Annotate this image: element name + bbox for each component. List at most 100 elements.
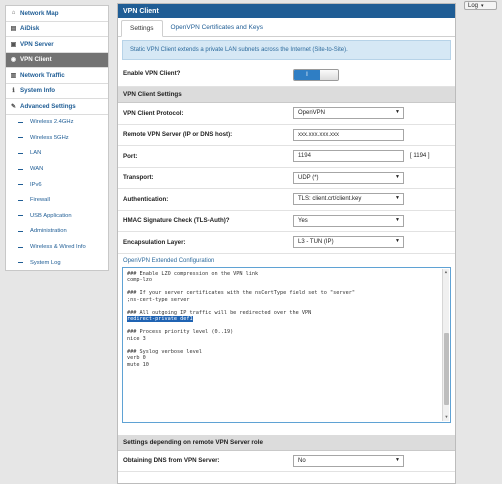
sidebar-subitem-wireless-wired-info[interactable]: Wireless & Wired Info — [6, 239, 108, 255]
config-line-text: ### All outgoing IP traffic will be redi… — [127, 309, 312, 316]
remote-row: Remote VPN Server (IP or DNS host): xxx.… — [118, 125, 455, 146]
hmac-value: Yes — [298, 217, 308, 224]
chevron-down-icon: ▼ — [395, 216, 400, 223]
scroll-up-icon[interactable]: ▲ — [443, 269, 449, 276]
transport-select[interactable]: UDP (*) ▼ — [293, 171, 404, 184]
scroll-thumb[interactable] — [444, 332, 449, 405]
globe-icon: ◉ — [10, 57, 17, 64]
encap-label: Encapsulation Layer: — [123, 238, 186, 246]
auth-select[interactable]: TLS: client.crt/client.key ▼ — [293, 193, 404, 206]
sidebar-item-network-traffic[interactable]: ▥ Network Traffic — [6, 68, 108, 84]
sidebar-subitem-ipv6[interactable]: IPv6 — [6, 177, 108, 193]
sidebar-item-aidisk[interactable]: ▤ AiDisk — [6, 22, 108, 37]
hmac-select[interactable]: Yes ▼ — [293, 214, 404, 227]
sidebar-subitem-wireless-24[interactable]: Wireless 2.4GHz — [6, 115, 108, 131]
dash-icon — [18, 215, 23, 217]
dns-row: Obtaining DNS from VPN Server: No ▼ — [118, 451, 455, 472]
dash-icon — [18, 168, 23, 170]
chevron-down-icon: ▼ — [395, 456, 400, 463]
sidebar-subitem-wireless-5[interactable]: Wireless 5GHz — [6, 130, 108, 146]
auth-value: TLS: client.crt/client.key — [298, 196, 362, 203]
dash-icon — [18, 246, 23, 248]
config-line-text: redirect-private def1 — [127, 316, 193, 322]
config-line-text: ### Enable LZO compression on the VPN li… — [127, 270, 259, 277]
remote-server-input[interactable]: xxx.xxx.xxx.xxx — [293, 128, 404, 141]
encap-select[interactable]: L3 - TUN (IP) ▼ — [293, 236, 404, 249]
home-icon: ⌂ — [11, 10, 16, 17]
config-line-text: ### Syslog verbose level — [127, 348, 202, 355]
toggle-on-label: I — [294, 70, 320, 80]
section-title: VPN Client Settings — [118, 87, 455, 103]
sidebar-subitem-label: WAN — [30, 166, 44, 173]
tab-bar: Settings OpenVPN Certificates and Keys — [118, 18, 455, 37]
sidebar-item-system-info[interactable]: ℹ System Info — [6, 84, 108, 99]
auth-row: Authentication: TLS: client.crt/client.k… — [118, 189, 455, 211]
dash-icon — [18, 184, 23, 186]
toggle-knob — [320, 70, 338, 80]
sidebar-item-vpn-client[interactable]: ◉ VPN Client — [6, 52, 108, 68]
sidebar: ⌂ Network Map ▤ AiDisk ▣ VPN Server ◉ VP… — [5, 5, 109, 271]
remote-label: Remote VPN Server (IP or DNS host): — [123, 131, 233, 139]
sidebar-item-advanced-settings[interactable]: ✎ Advanced Settings — [6, 99, 108, 115]
sidebar-subitem-label: USB Application — [30, 212, 72, 219]
log-button[interactable]: Log ▾ — [464, 1, 497, 10]
sidebar-subitem-label: System Log — [30, 259, 61, 266]
protocol-select[interactable]: OpenVPN ▼ — [293, 107, 404, 120]
port-label: Port: — [123, 152, 138, 160]
encap-row: Encapsulation Layer: L3 - TUN (IP) ▼ — [118, 232, 455, 254]
port-default-hint: [ 1194 ] — [410, 153, 430, 160]
disk-icon: ▤ — [10, 26, 17, 33]
sidebar-subitem-label: Wireless 5GHz — [30, 134, 69, 141]
chevron-down-icon: ▼ — [395, 173, 400, 180]
sidebar-subitem-label: Administration — [30, 228, 67, 235]
port-row: Port: 1194 [ 1194 ] — [118, 146, 455, 168]
port-input[interactable]: 1194 — [293, 150, 404, 163]
sidebar-subitem-firewall[interactable]: Firewall — [6, 192, 108, 208]
dns-select[interactable]: No ▼ — [293, 454, 404, 467]
page-title: VPN Client — [118, 4, 455, 18]
protocol-label: VPN Client Protocol: — [123, 109, 184, 117]
config-line-text: ### Process priority level (0..19) — [127, 329, 234, 335]
sidebar-item-label: System Info — [20, 87, 56, 95]
sidebar-subitem-label: LAN — [30, 150, 42, 157]
sidebar-item-label: Network Traffic — [20, 71, 65, 79]
sidebar-item-label: VPN Client — [20, 56, 52, 64]
sidebar-subitem-administration[interactable]: Administration — [6, 224, 108, 240]
main-panel: VPN Client Settings OpenVPN Certificates… — [117, 3, 456, 484]
sidebar-item-label: AiDisk — [20, 25, 40, 33]
chevron-down-icon: ▼ — [395, 238, 400, 245]
tab-settings[interactable]: Settings — [121, 20, 163, 37]
sidebar-subitem-usb[interactable]: USB Application — [6, 208, 108, 224]
log-label: Log — [468, 2, 479, 9]
transport-label: Transport: — [123, 174, 154, 182]
sidebar-subitem-system-log[interactable]: System Log — [6, 255, 108, 271]
protocol-value: OpenVPN — [298, 110, 326, 117]
config-textarea[interactable]: ### Enable LZO compression on the VPN li… — [122, 266, 451, 423]
sidebar-item-label: Advanced Settings — [20, 102, 76, 110]
config-lines: ### Enable LZO compression on the VPN li… — [127, 271, 446, 369]
dash-icon — [18, 199, 23, 201]
textarea-scrollbar[interactable]: ▲ ▼ — [442, 268, 450, 421]
sidebar-item-network-map[interactable]: ⌂ Network Map — [6, 6, 108, 22]
tab-certificates[interactable]: OpenVPN Certificates and Keys — [163, 19, 272, 36]
enable-label: Enable VPN Client? — [123, 69, 181, 77]
dash-icon — [18, 137, 23, 139]
transport-value: UDP (*) — [298, 174, 319, 181]
sidebar-subitem-label: Wireless & Wired Info — [30, 244, 86, 251]
sidebar-subitem-wan[interactable]: WAN — [6, 161, 108, 177]
config-line-text: verb 0 — [127, 355, 146, 361]
dash-icon — [18, 230, 23, 232]
enable-toggle[interactable]: I — [293, 69, 339, 81]
transport-row: Transport: UDP (*) ▼ — [118, 168, 455, 189]
sidebar-item-label: Network Map — [20, 9, 59, 17]
sidebar-item-vpn-server[interactable]: ▣ VPN Server — [6, 37, 108, 53]
auth-label: Authentication: — [123, 195, 169, 203]
config-line-text: ### If your server certificates with the… — [127, 290, 355, 296]
sidebar-subitem-label: Firewall — [30, 197, 50, 204]
scroll-down-icon[interactable]: ▼ — [443, 414, 450, 421]
config-line-text: comp-lzo — [127, 277, 152, 283]
sidebar-subitem-label: IPv6 — [30, 181, 42, 188]
sidebar-subitem-lan[interactable]: LAN — [6, 146, 108, 162]
dash-icon — [18, 262, 23, 264]
dash-icon — [18, 152, 23, 154]
